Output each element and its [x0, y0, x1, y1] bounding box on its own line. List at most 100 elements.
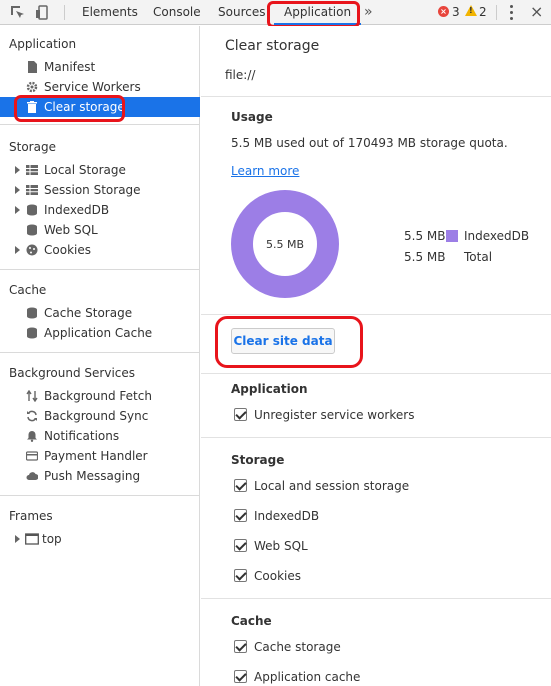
checkbox[interactable]: [234, 640, 247, 653]
checkbox-label: Web SQL: [254, 539, 308, 553]
usage-header: Usage: [231, 110, 273, 124]
sidebar-item-label: Local Storage: [44, 163, 126, 177]
checkbox-label: Cookies: [254, 569, 301, 583]
sidebar-header-application: Application: [9, 37, 77, 51]
inspect-element-icon[interactable]: [9, 4, 26, 21]
sidebar-item-label: Web SQL: [44, 223, 98, 237]
sidebar-item-label: Notifications: [44, 429, 120, 443]
cache-header: Cache: [231, 614, 272, 628]
highlight-clear-storage: [14, 95, 125, 122]
grid-icon: [26, 185, 38, 195]
learn-more-link[interactable]: Learn more: [231, 164, 299, 178]
frame-icon: [25, 533, 39, 545]
usage-text: 5.5 MB used out of 170493 MB storage quo…: [231, 136, 508, 150]
application-header: Application: [231, 382, 308, 396]
database-icon: [27, 327, 37, 339]
legend-swatch-indexeddb: [446, 230, 458, 242]
legend-label-total: Total: [464, 250, 493, 264]
checkbox[interactable]: [234, 408, 247, 421]
sidebar-item-application-cache[interactable]: Application Cache: [0, 323, 200, 343]
toolbar-divider: [496, 5, 497, 20]
sidebar-item-label: top: [42, 532, 62, 546]
highlight-application-tab: [267, 1, 360, 28]
checkbox[interactable]: [234, 539, 247, 552]
checkbox-label: Cache storage: [254, 640, 341, 654]
up-down-arrows-icon: [26, 390, 38, 402]
sidebar-item-label: Cookies: [44, 243, 91, 257]
highlight-clear-button: [215, 316, 363, 368]
gear-icon: [26, 81, 38, 93]
more-options-icon[interactable]: [510, 5, 513, 20]
section-divider: [201, 314, 551, 315]
sidebar-item-label: Manifest: [44, 60, 96, 74]
section-divider: [201, 437, 551, 438]
checkbox[interactable]: [234, 509, 247, 522]
toolbar-divider: [64, 5, 65, 20]
tab-sources[interactable]: Sources: [216, 0, 267, 25]
grid-icon: [26, 165, 38, 175]
expand-arrow-icon[interactable]: [15, 206, 20, 214]
database-icon: [27, 307, 37, 319]
double-chevron-right-icon[interactable]: »: [364, 0, 373, 25]
sidebar-divider: [0, 124, 200, 125]
sidebar-item-frame-top[interactable]: top: [0, 529, 200, 549]
sidebar-item-label: Cache Storage: [44, 306, 133, 320]
sidebar-divider: [0, 269, 200, 270]
sidebar-item-service-workers[interactable]: Service Workers: [0, 77, 200, 97]
sidebar-item-background-fetch[interactable]: Background Fetch: [0, 386, 200, 406]
checkbox[interactable]: [234, 479, 247, 492]
sidebar-item-local-storage[interactable]: Local Storage: [0, 160, 200, 180]
sidebar-item-cookies[interactable]: Cookies: [0, 240, 200, 260]
sidebar-item-label: Background Fetch: [44, 389, 152, 403]
sidebar-item-session-storage[interactable]: Session Storage: [0, 180, 200, 200]
expand-arrow-icon[interactable]: [15, 186, 20, 194]
expand-arrow-icon[interactable]: [15, 535, 20, 543]
tab-console[interactable]: Console: [151, 0, 203, 25]
page-title: Clear storage: [225, 38, 320, 54]
sidebar-item-background-sync[interactable]: Background Sync: [0, 406, 200, 426]
sidebar-item-push-messaging[interactable]: Push Messaging: [0, 466, 200, 486]
sidebar-header-storage: Storage: [9, 140, 56, 154]
sidebar-item-indexeddb[interactable]: IndexedDB: [0, 200, 200, 220]
cloud-icon: [26, 472, 38, 480]
device-toolbar-icon[interactable]: [34, 4, 51, 21]
sidebar-item-manifest[interactable]: Manifest: [0, 57, 200, 77]
legend-value-indexeddb: 5.5 MB: [404, 229, 446, 243]
credit-card-icon: [26, 451, 38, 461]
expand-arrow-icon[interactable]: [15, 246, 20, 254]
sidebar-divider: [0, 352, 200, 353]
sidebar-item-label: Background Sync: [44, 409, 149, 423]
warning-count[interactable]: 2: [479, 0, 487, 25]
sidebar-item-web-sql[interactable]: Web SQL: [0, 220, 200, 240]
tab-elements[interactable]: Elements: [80, 0, 140, 25]
error-count[interactable]: 3: [452, 0, 460, 25]
usage-donut-chart: 5.5 MB: [231, 190, 339, 298]
checkbox[interactable]: [234, 670, 247, 683]
sidebar-item-cache-storage[interactable]: Cache Storage: [0, 303, 200, 323]
clear-storage-panel: Clear storage file:// Usage 5.5 MB used …: [201, 26, 551, 686]
expand-arrow-icon[interactable]: [15, 166, 20, 174]
sidebar-item-payment-handler[interactable]: Payment Handler: [0, 446, 200, 466]
sidebar-item-label: Application Cache: [44, 326, 153, 340]
sidebar-item-notifications[interactable]: Notifications: [0, 426, 200, 446]
checkbox-label: Local and session storage: [254, 479, 410, 493]
sidebar-item-label: Payment Handler: [44, 449, 148, 463]
legend-value-total: 5.5 MB: [404, 250, 446, 264]
devtools-toolbar: Elements Console Sources Application » ×…: [0, 0, 551, 28]
database-icon: [27, 204, 37, 216]
legend-label-indexeddb: IndexedDB: [464, 229, 530, 243]
close-icon[interactable]: ×: [530, 2, 543, 22]
sidebar-divider: [0, 495, 200, 496]
sidebar-item-label: Service Workers: [44, 80, 141, 94]
sidebar-header-cache: Cache: [9, 283, 47, 297]
error-icon[interactable]: ×: [438, 6, 449, 17]
checkbox-label: Application cache: [254, 670, 361, 684]
checkbox-label: Unregister service workers: [254, 408, 415, 422]
storage-header: Storage: [231, 453, 285, 467]
sidebar-header-background-services: Background Services: [9, 366, 136, 380]
checkbox[interactable]: [234, 569, 247, 582]
donut-label: 5.5 MB: [266, 238, 304, 251]
warning-icon[interactable]: !: [465, 5, 477, 16]
sync-icon: [27, 410, 37, 422]
checkbox-label: IndexedDB: [254, 509, 320, 523]
